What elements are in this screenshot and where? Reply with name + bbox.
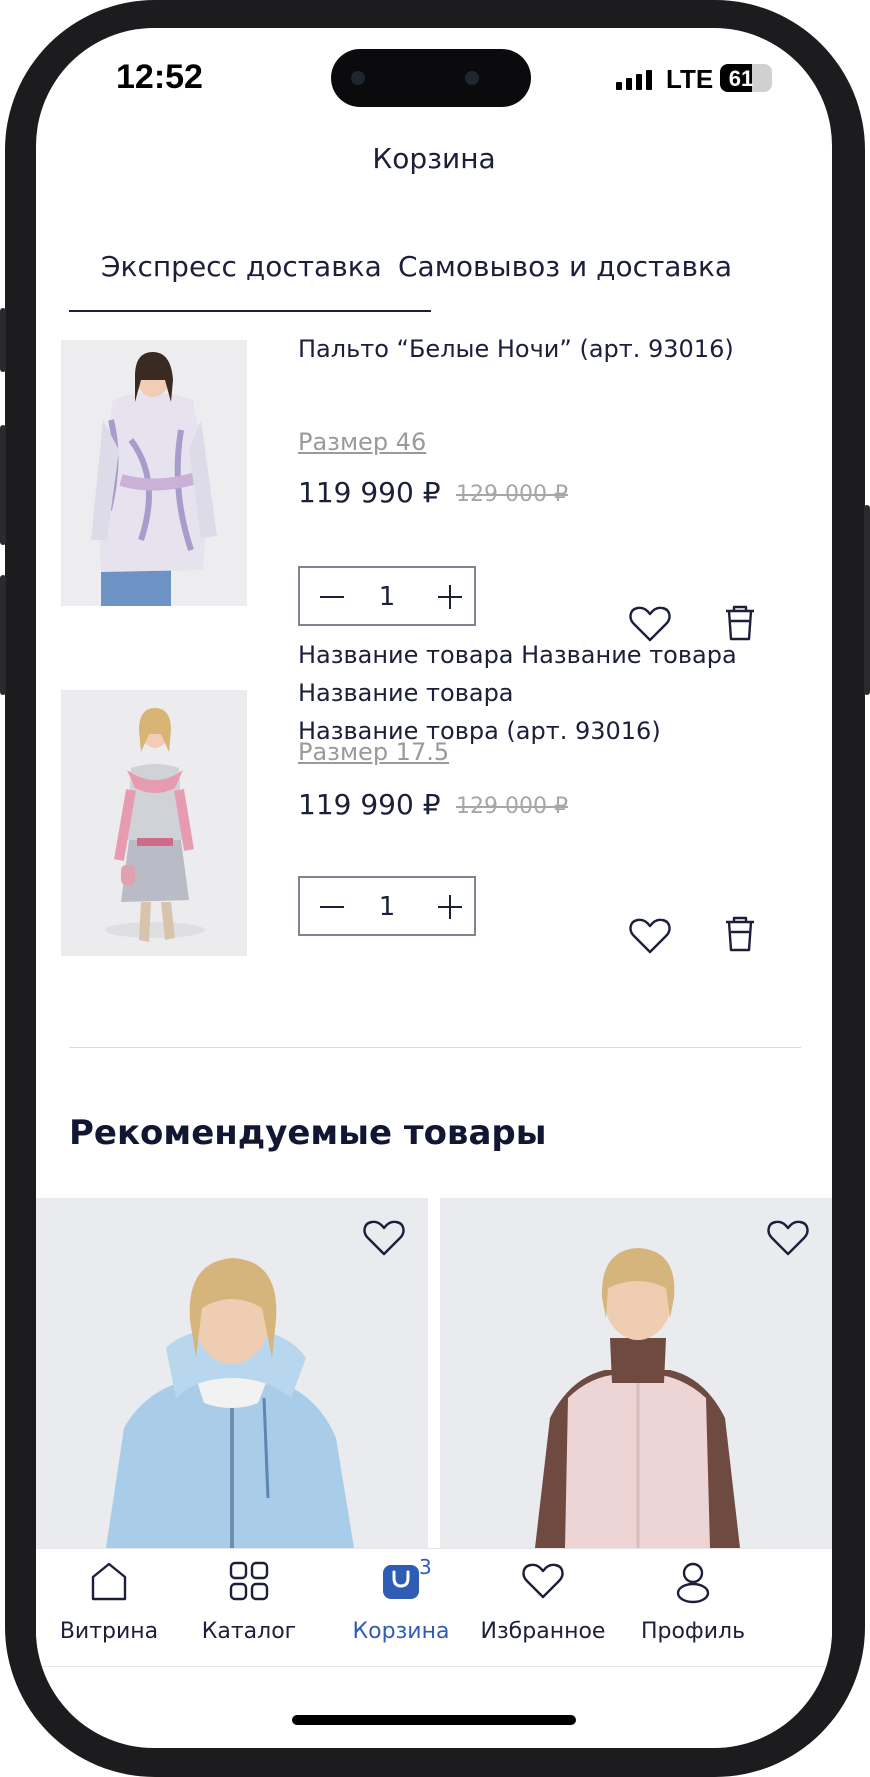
cart-count-badge: 3 bbox=[419, 1555, 432, 1579]
battery-icon: 61 bbox=[720, 64, 772, 92]
product-size[interactable]: Размер 17.5 bbox=[298, 738, 449, 766]
power-button bbox=[864, 505, 870, 695]
bottom-nav: Витрина Каталог 3 Корзина Избранное Проф… bbox=[36, 1548, 832, 1654]
recommended-product-card[interactable] bbox=[36, 1198, 428, 1548]
active-tab-indicator bbox=[69, 310, 431, 312]
divider bbox=[69, 1047, 801, 1048]
plus-icon[interactable] bbox=[449, 585, 451, 609]
quantity-stepper: 1 bbox=[298, 566, 476, 626]
home-icon bbox=[91, 1562, 127, 1601]
product-title[interactable]: Название товара Название товара Название… bbox=[298, 636, 818, 750]
sensor-icon bbox=[351, 71, 365, 85]
heart-icon[interactable] bbox=[628, 916, 672, 956]
nav-item-showcase[interactable]: Витрина bbox=[36, 1549, 184, 1654]
divider bbox=[36, 1666, 832, 1667]
screen: 12:52 LTE 61 Корзина Экспресс доставка С… bbox=[36, 28, 832, 1748]
product-old-price: 129 000 ₽ bbox=[456, 482, 568, 507]
product-old-price: 129 000 ₽ bbox=[456, 794, 568, 819]
recommended-product-card[interactable] bbox=[440, 1198, 832, 1548]
network-type: LTE bbox=[666, 64, 714, 94]
product-image[interactable] bbox=[61, 340, 247, 606]
nav-label: Профиль bbox=[640, 1619, 746, 1644]
tab-pickup-delivery[interactable]: Самовывоз и доставка bbox=[398, 250, 732, 283]
quantity-stepper: 1 bbox=[298, 876, 476, 936]
nav-label: Избранное bbox=[480, 1619, 606, 1644]
page-title: Корзина bbox=[372, 142, 496, 175]
status-time: 12:52 bbox=[116, 58, 203, 96]
product-size[interactable]: Размер 46 bbox=[298, 428, 426, 456]
bag-icon bbox=[383, 1565, 419, 1599]
nav-label: Корзина bbox=[352, 1619, 450, 1644]
home-indicator[interactable] bbox=[292, 1715, 576, 1725]
volume-down-button bbox=[0, 575, 6, 695]
nav-item-favorites[interactable]: Избранное bbox=[468, 1549, 618, 1654]
profile-icon bbox=[676, 1562, 710, 1604]
product-title-line: Название товара bbox=[298, 679, 514, 707]
product-title-line: Название товара Название товара bbox=[298, 641, 737, 669]
heart-icon bbox=[522, 1563, 564, 1599]
nav-label: Витрина bbox=[59, 1619, 159, 1644]
plus-icon[interactable] bbox=[449, 895, 451, 919]
dynamic-island bbox=[331, 49, 531, 107]
product-title[interactable]: Пальто “Белые Ночи” (арт. 93016) bbox=[298, 330, 818, 368]
section-title-recommended: Рекомендуемые товары bbox=[69, 1113, 547, 1153]
heart-icon[interactable] bbox=[362, 1218, 406, 1258]
heart-icon[interactable] bbox=[766, 1218, 810, 1258]
tab-express-delivery[interactable]: Экспресс доставка bbox=[101, 250, 382, 283]
battery-level: 61 bbox=[728, 66, 754, 91]
nav-item-catalog[interactable]: Каталог bbox=[174, 1549, 324, 1654]
product-price: 119 990 ₽ bbox=[298, 788, 441, 821]
product-image[interactable] bbox=[61, 690, 247, 956]
volume-up-button bbox=[0, 425, 6, 545]
nav-item-profile[interactable]: Профиль bbox=[618, 1549, 768, 1654]
signal-icon bbox=[616, 70, 652, 90]
camera-icon bbox=[465, 71, 479, 85]
grid-icon bbox=[229, 1561, 269, 1601]
nav-label: Каталог bbox=[201, 1619, 297, 1644]
mute-switch bbox=[0, 308, 6, 372]
product-price: 119 990 ₽ bbox=[298, 476, 441, 509]
trash-icon[interactable] bbox=[722, 914, 758, 954]
nav-item-cart[interactable]: 3 Корзина bbox=[326, 1549, 476, 1654]
